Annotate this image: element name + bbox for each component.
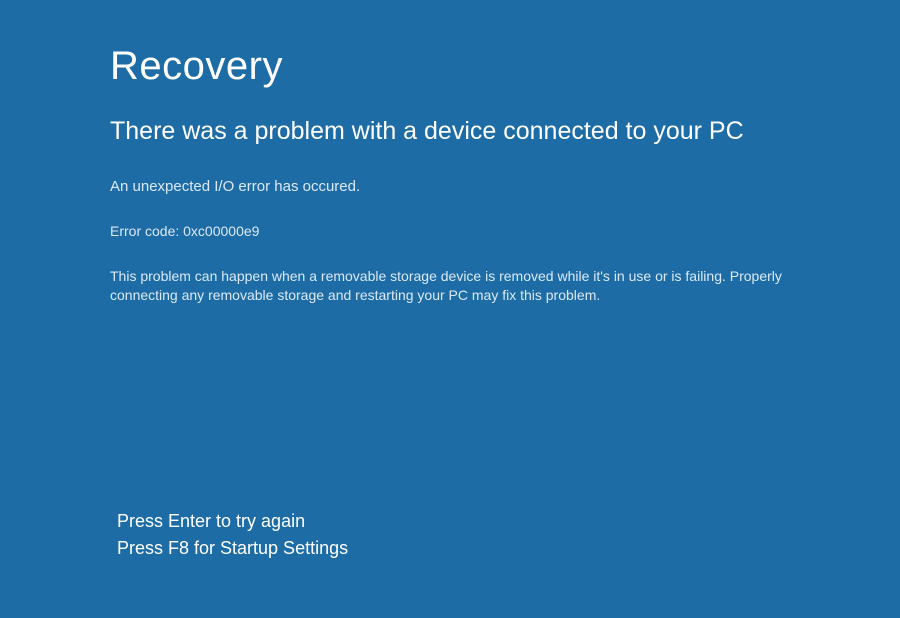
- instruction-f8: Press F8 for Startup Settings: [117, 535, 348, 562]
- error-message: An unexpected I/O error has occured.: [110, 178, 820, 195]
- instruction-enter: Press Enter to try again: [117, 508, 348, 535]
- error-subtitle: There was a problem with a device connec…: [110, 117, 820, 146]
- recovery-content: Recovery There was a problem with a devi…: [110, 44, 820, 305]
- error-explanation: This problem can happen when a removable…: [110, 267, 820, 305]
- page-title: Recovery: [110, 44, 820, 89]
- error-code: Error code: 0xc00000e9: [110, 223, 820, 239]
- key-instructions: Press Enter to try again Press F8 for St…: [117, 508, 348, 562]
